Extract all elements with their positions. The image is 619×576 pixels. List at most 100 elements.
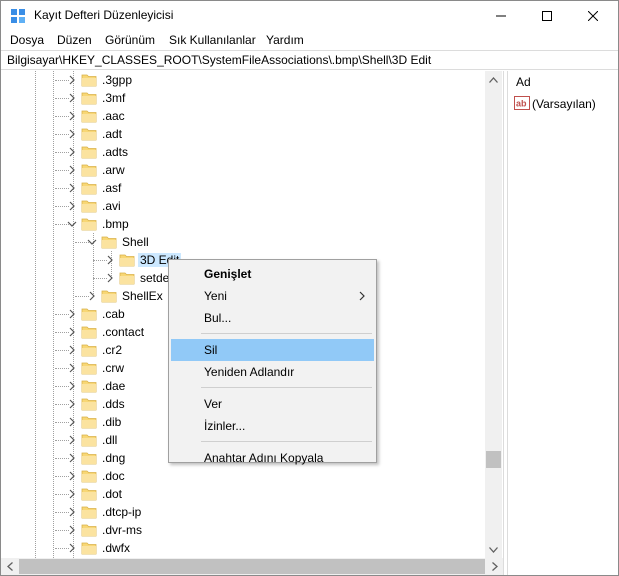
tree-item-label[interactable]: .dib [100, 415, 123, 429]
tree-item-label[interactable]: .dng [100, 451, 127, 465]
chevron-right-icon[interactable] [67, 309, 77, 319]
menu-gorunum[interactable]: Görünüm [105, 33, 155, 47]
tree-item-label[interactable]: .3gpp [100, 73, 134, 87]
chevron-right-icon[interactable] [67, 363, 77, 373]
chevron-right-icon[interactable] [67, 507, 77, 517]
tree-item-label[interactable]: .crw [100, 361, 126, 375]
tree-vertical-scrollbar[interactable] [485, 71, 502, 558]
tree-item[interactable]: .adt [1, 125, 485, 143]
tree-item-label[interactable]: .aac [100, 109, 127, 123]
chevron-right-icon[interactable] [67, 399, 77, 409]
context-menu-item-genislet[interactable]: Genişlet [171, 263, 374, 285]
tree-item-label[interactable]: .dtcp-ip [100, 505, 143, 519]
menu-duzen[interactable]: Düzen [57, 33, 92, 47]
title-bar: Kayıt Defteri Düzenleyicisi [1, 1, 618, 30]
chevron-down-icon[interactable] [67, 219, 77, 229]
tree-item[interactable]: .3gpp [1, 71, 485, 89]
chevron-right-icon[interactable] [67, 75, 77, 85]
chevron-right-icon[interactable] [105, 273, 115, 283]
chevron-right-icon[interactable] [67, 327, 77, 337]
folder-icon [81, 146, 97, 159]
tree-item-label[interactable]: .dwfx [100, 541, 132, 555]
tree-item-label[interactable]: .cr2 [100, 343, 124, 357]
context-menu-item-bul[interactable]: Bul... [171, 307, 374, 329]
menu-sik-kullanilanlar[interactable]: Sık Kullanılanlar [169, 33, 256, 47]
menu-yardim[interactable]: Yardım [266, 33, 304, 47]
context-menu-item-yeniden-adlandir[interactable]: Yeniden Adlandır [171, 361, 374, 383]
scroll-thumb[interactable] [486, 451, 501, 468]
menu-dosya[interactable]: Dosya [10, 33, 44, 47]
context-menu-item-anahtar-adini-kopyala[interactable]: Anahtar Adını Kopyala [171, 447, 374, 469]
chevron-down-icon[interactable] [87, 237, 97, 247]
chevron-right-icon[interactable] [67, 183, 77, 193]
context-menu-item-sil[interactable]: Sil [171, 339, 374, 361]
horizontal-scroll-thumb[interactable] [19, 559, 485, 574]
folder-icon [81, 326, 97, 339]
tree-horizontal-scrollbar[interactable] [1, 558, 503, 575]
tree-item-label[interactable]: .3mf [100, 91, 127, 105]
tree-item-label[interactable]: .doc [100, 469, 127, 483]
tree-item-label[interactable]: .avi [100, 199, 123, 213]
tree-item-label[interactable]: .dll [100, 433, 119, 447]
context-menu-item-yeni[interactable]: Yeni [171, 285, 374, 307]
scroll-right-button[interactable] [486, 558, 503, 575]
tree-item[interactable]: Shell [1, 233, 485, 251]
value-name[interactable]: (Varsayılan) [532, 97, 596, 111]
address-path[interactable]: Bilgisayar\HKEY_CLASSES_ROOT\SystemFileA… [7, 53, 431, 67]
tree-item[interactable]: .bmp [1, 215, 485, 233]
chevron-right-icon[interactable] [67, 453, 77, 463]
tree-item-label[interactable]: .cab [100, 307, 127, 321]
chevron-right-icon[interactable] [67, 147, 77, 157]
tree-item-label[interactable]: .dot [100, 487, 124, 501]
name-column-header[interactable]: Ad [516, 75, 531, 89]
tree-item[interactable]: .doc [1, 467, 485, 485]
values-pane[interactable]: Ad ab (Varsayılan) [508, 71, 618, 575]
tree-item[interactable]: .avi [1, 197, 485, 215]
tree-item[interactable]: .arw [1, 161, 485, 179]
tree-item-label[interactable]: .bmp [100, 217, 131, 231]
tree-item-label[interactable]: .dae [100, 379, 127, 393]
tree-item-label[interactable]: .adts [100, 145, 130, 159]
scroll-up-button[interactable] [485, 71, 502, 88]
tree-item[interactable]: .adts [1, 143, 485, 161]
tree-item[interactable]: .3mf [1, 89, 485, 107]
scroll-down-button[interactable] [485, 541, 502, 558]
context-menu-item-izinler[interactable]: İzinler... [171, 415, 374, 437]
tree-item[interactable]: .asf [1, 179, 485, 197]
minimize-button[interactable] [478, 1, 524, 30]
maximize-button[interactable] [524, 1, 570, 30]
tree-item-label[interactable]: .dds [100, 397, 127, 411]
tree-item-label[interactable]: .adt [100, 127, 124, 141]
chevron-right-icon[interactable] [67, 381, 77, 391]
tree-item-label[interactable]: .asf [100, 181, 123, 195]
chevron-right-icon[interactable] [67, 129, 77, 139]
chevron-right-icon[interactable] [87, 291, 97, 301]
tree-item-label[interactable]: .arw [100, 163, 127, 177]
chevron-right-icon[interactable] [67, 525, 77, 535]
address-bar[interactable]: Bilgisayar\HKEY_CLASSES_ROOT\SystemFileA… [1, 50, 618, 70]
chevron-right-icon[interactable] [67, 165, 77, 175]
chevron-right-icon[interactable] [67, 417, 77, 427]
chevron-right-icon[interactable] [67, 471, 77, 481]
chevron-right-icon[interactable] [67, 93, 77, 103]
chevron-right-icon[interactable] [67, 111, 77, 121]
chevron-right-icon[interactable] [67, 543, 77, 553]
tree-item[interactable]: .dwfx [1, 539, 485, 557]
tree-item-label[interactable]: .dvr-ms [100, 523, 144, 537]
chevron-right-icon[interactable] [67, 345, 77, 355]
tree-item-label[interactable]: Shell [120, 235, 151, 249]
scroll-left-button[interactable] [1, 558, 18, 575]
tree-item[interactable]: .dot [1, 485, 485, 503]
chevron-right-icon[interactable] [67, 201, 77, 211]
folder-icon [119, 272, 135, 285]
tree-item-label[interactable]: ShellEx [120, 289, 165, 303]
chevron-right-icon[interactable] [105, 255, 115, 265]
chevron-right-icon[interactable] [67, 435, 77, 445]
tree-item[interactable]: .aac [1, 107, 485, 125]
tree-item[interactable]: .dtcp-ip [1, 503, 485, 521]
context-menu-item-ver[interactable]: Ver [171, 393, 374, 415]
tree-item[interactable]: .dvr-ms [1, 521, 485, 539]
chevron-right-icon[interactable] [67, 489, 77, 499]
close-button[interactable] [570, 1, 616, 30]
tree-item-label[interactable]: .contact [100, 325, 146, 339]
